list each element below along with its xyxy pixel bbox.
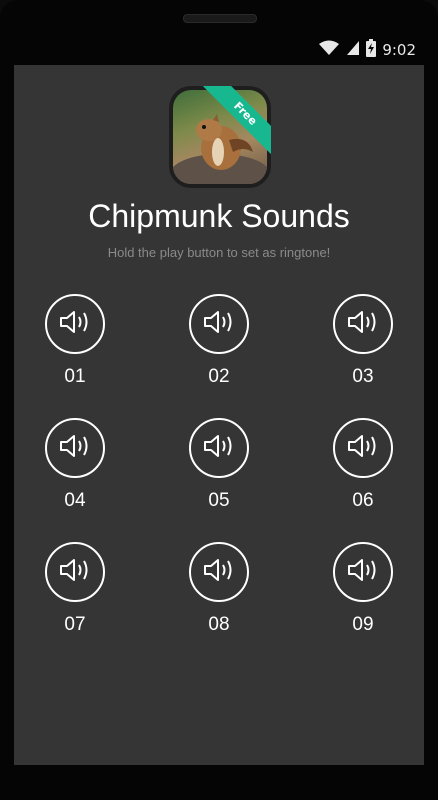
sound-label: 09: [352, 614, 374, 635]
sound-item-03: 03: [308, 294, 418, 404]
speaker-icon: [202, 433, 236, 463]
sound-item-07: 07: [20, 542, 130, 652]
sound-item-08: 08: [164, 542, 274, 652]
play-button-01[interactable]: [45, 294, 105, 354]
play-button-08[interactable]: [189, 542, 249, 602]
status-time: 9:02: [382, 41, 416, 59]
app-subtitle: Hold the play button to set as ringtone!: [107, 245, 331, 260]
sound-item-05: 05: [164, 418, 274, 528]
sound-item-02: 02: [164, 294, 274, 404]
speaker-icon: [58, 309, 92, 339]
phone-bottom-bezel: [0, 765, 438, 800]
speaker-icon: [346, 309, 380, 339]
speaker-icon: [58, 433, 92, 463]
speaker-icon: [58, 557, 92, 587]
play-button-07[interactable]: [45, 542, 105, 602]
speaker-icon: [202, 309, 236, 339]
play-button-06[interactable]: [333, 418, 393, 478]
status-bar: 9:02: [0, 38, 438, 62]
play-button-03[interactable]: [333, 294, 393, 354]
app-logo: Free: [169, 86, 271, 188]
sound-label: 06: [352, 490, 374, 511]
play-button-05[interactable]: [189, 418, 249, 478]
play-button-02[interactable]: [189, 294, 249, 354]
sound-item-09: 09: [308, 542, 418, 652]
cell-signal-icon: [346, 40, 360, 60]
play-button-04[interactable]: [45, 418, 105, 478]
sound-item-06: 06: [308, 418, 418, 528]
sound-label: 08: [208, 614, 230, 635]
play-button-09[interactable]: [333, 542, 393, 602]
sound-item-01: 01: [20, 294, 130, 404]
sound-item-04: 04: [20, 418, 130, 528]
speaker-icon: [202, 557, 236, 587]
status-icons: 9:02: [318, 38, 416, 62]
battery-charging-icon: [366, 39, 377, 61]
sound-label: 02: [208, 366, 230, 387]
app-screen: Free Chipmunk Sounds Hold the play butto…: [14, 65, 424, 765]
sound-label: 04: [64, 490, 86, 511]
phone-frame: 9:02 Free Chipmunk Sounds Hold the play …: [0, 0, 438, 800]
app-title: Chipmunk Sounds: [88, 198, 350, 234]
earpiece-slot: [183, 14, 257, 23]
sound-label: 07: [64, 614, 86, 635]
speaker-icon: [346, 557, 380, 587]
wifi-icon: [318, 40, 340, 60]
sound-label: 03: [352, 366, 374, 387]
sound-label: 01: [64, 366, 86, 387]
sound-label: 05: [208, 490, 230, 511]
speaker-icon: [346, 433, 380, 463]
